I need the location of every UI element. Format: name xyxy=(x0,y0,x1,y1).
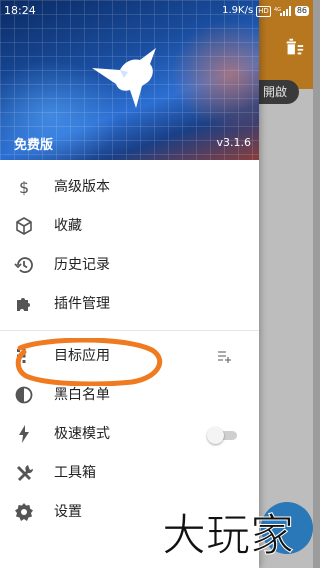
gear-icon xyxy=(14,502,34,522)
network-type: 4G xyxy=(274,7,281,13)
version-label: v3.1.6 xyxy=(216,136,252,149)
history-icon xyxy=(14,255,34,275)
puzzle-icon xyxy=(14,294,34,314)
apps-grid-icon xyxy=(14,346,34,366)
menu-item-label: 极速模式 xyxy=(54,426,110,442)
menu-item-blackwhite-list[interactable]: 黑白名单 xyxy=(0,376,259,415)
menu-item-history[interactable]: 历史记录 xyxy=(0,246,259,285)
menu-item-label: 收藏 xyxy=(54,218,82,234)
menu-item-turbo-mode[interactable]: 极速模式 xyxy=(0,415,259,454)
svg-text:$: $ xyxy=(19,178,29,197)
dollar-icon: $ xyxy=(14,177,34,197)
open-button[interactable]: 開啟 xyxy=(255,80,300,104)
menu-item-toolbox[interactable]: 工具箱 xyxy=(0,454,259,493)
turbo-mode-toggle[interactable] xyxy=(207,427,237,444)
bolt-icon xyxy=(14,424,34,444)
menu-item-label: 高级版本 xyxy=(54,179,110,195)
drawer-header: 免费版 v3.1.6 xyxy=(0,0,259,160)
network-speed: 1.9K/s xyxy=(222,5,254,16)
battery-level: 86 xyxy=(294,6,309,16)
edition-label: 免费版 xyxy=(14,138,54,153)
menu-divider xyxy=(0,330,259,331)
menu-item-favorites[interactable]: 收藏 xyxy=(0,207,259,246)
tools-icon xyxy=(14,463,34,483)
hd-badge: HD xyxy=(256,5,271,17)
menu-item-label: 目标应用 xyxy=(54,348,110,364)
menu-item-label: 黑白名单 xyxy=(54,387,110,403)
menu-item-label: 插件管理 xyxy=(54,296,110,312)
cube-icon xyxy=(14,216,34,236)
hummingbird-logo-icon xyxy=(92,48,156,108)
signal-icon: 4G xyxy=(274,6,291,16)
navigation-drawer: 免费版 v3.1.6 $ 高级版本 收藏 历史记录 插件管理 目标应用 黑白名单… xyxy=(0,0,259,568)
drawer-menu: $ 高级版本 收藏 历史记录 插件管理 目标应用 黑白名单 极速模式 工具箱 设… xyxy=(0,168,259,532)
menu-item-plugins[interactable]: 插件管理 xyxy=(0,285,259,324)
contrast-icon xyxy=(14,385,34,405)
watermark-text: 大玩家 xyxy=(162,510,294,561)
status-bar: 18:24 1.9K/s HD 4G 86 xyxy=(0,0,313,22)
watermark: 大玩家 xyxy=(162,510,295,562)
menu-item-premium[interactable]: $ 高级版本 xyxy=(0,168,259,207)
menu-item-label: 工具箱 xyxy=(54,465,96,481)
toggle-thumb xyxy=(207,427,224,444)
menu-item-label: 历史记录 xyxy=(54,257,110,273)
add-to-list-icon[interactable] xyxy=(217,348,233,364)
menu-item-target-apps[interactable]: 目标应用 xyxy=(0,337,259,376)
delete-list-icon[interactable] xyxy=(283,36,305,58)
menu-item-label: 设置 xyxy=(54,504,82,520)
status-time: 18:24 xyxy=(4,4,36,17)
